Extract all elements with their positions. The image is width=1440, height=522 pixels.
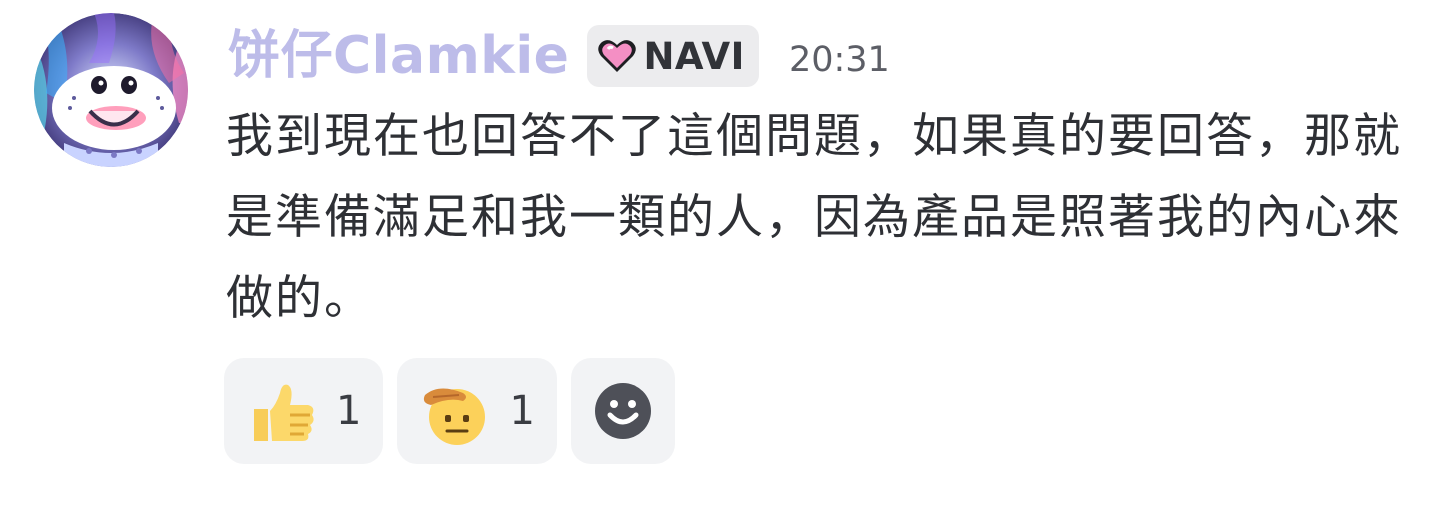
saluting-face-icon <box>424 388 486 445</box>
timestamp[interactable]: 20:31 <box>789 40 890 80</box>
avatar-image <box>34 13 188 167</box>
pink-heart-icon <box>598 40 637 72</box>
role-name: NAVI <box>643 34 745 78</box>
reactions-bar: 1 1 <box>224 358 675 464</box>
role-tag[interactable]: NAVI <box>587 25 759 87</box>
reaction-count: 1 <box>336 388 362 434</box>
chat-message: 饼仔Clamkie NAVI 20:31 我到現在也回答不了這個問題，如果真的要… <box>0 0 1440 522</box>
reaction-count: 1 <box>509 388 535 434</box>
thumbs-up-icon <box>254 384 314 441</box>
message-header: 饼仔Clamkie NAVI 20:31 <box>228 24 890 88</box>
reaction-salute[interactable]: 1 <box>397 358 557 464</box>
add-reaction-button[interactable] <box>570 358 675 464</box>
user-avatar[interactable] <box>34 13 188 167</box>
message-content: 我到現在也回答不了這個問題，如果真的要回答，那就是準備滿足和我一類的人，因為產品… <box>226 109 1402 326</box>
reaction-thumbs-up[interactable]: 1 <box>224 358 384 464</box>
add-reaction-smiley-icon <box>594 383 651 439</box>
username[interactable]: 饼仔Clamkie <box>228 24 569 88</box>
